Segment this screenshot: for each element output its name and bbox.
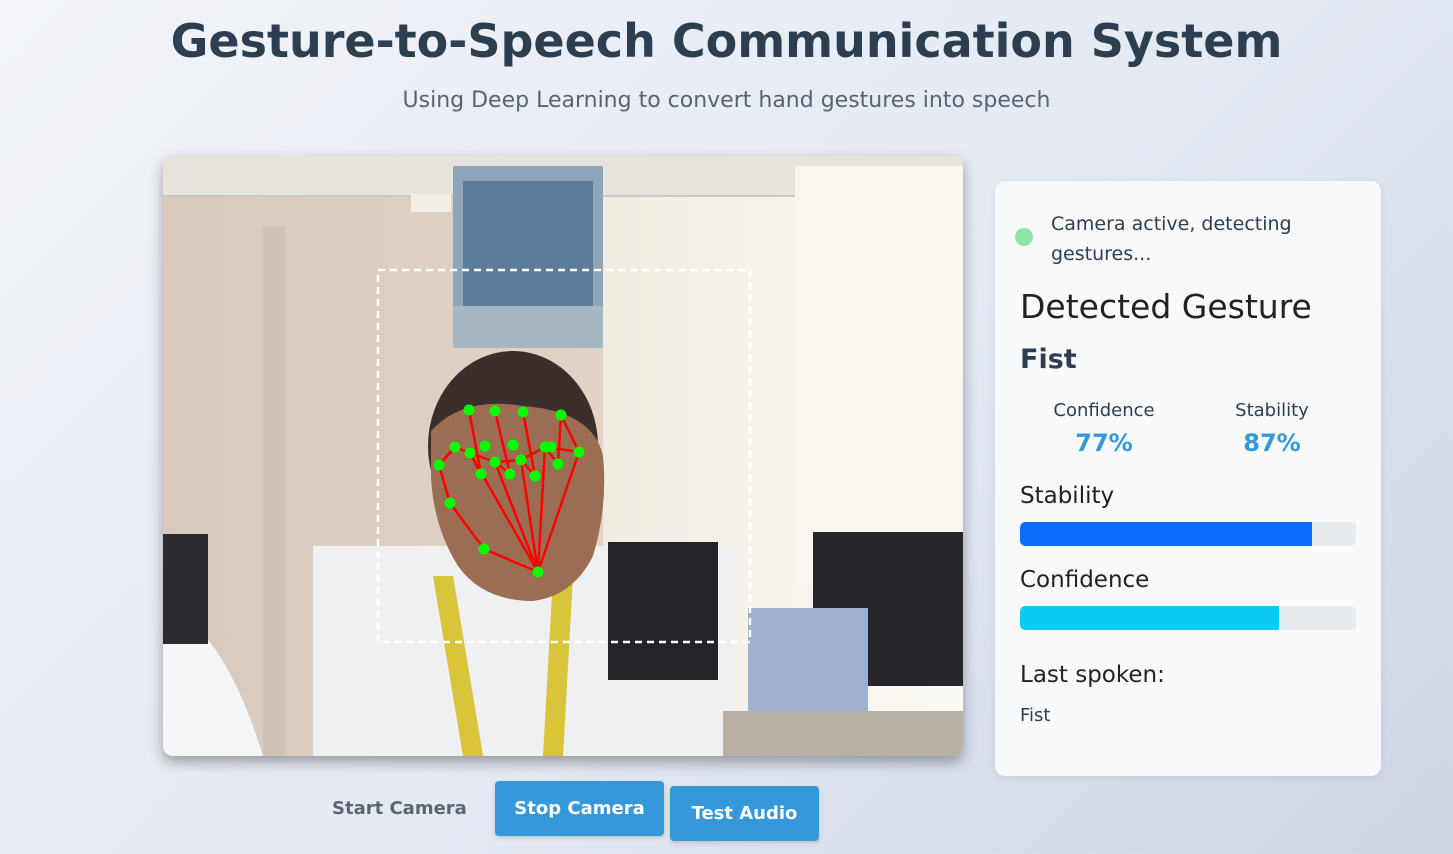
- confidence-metric-label: Confidence: [1053, 400, 1155, 421]
- stop-camera-button[interactable]: Stop Camera: [495, 781, 664, 836]
- camera-feed: [163, 156, 963, 756]
- detection-panel: Camera active, detecting gestures... Det…: [995, 181, 1381, 776]
- confidence-metric: Confidence 77%: [1024, 400, 1184, 457]
- page-subtitle: Using Deep Learning to convert hand gest…: [402, 88, 1051, 113]
- test-audio-button[interactable]: Test Audio: [670, 786, 819, 841]
- confidence-progress-fill: [1020, 606, 1279, 630]
- stability-progress-bar: [1020, 522, 1356, 546]
- last-spoken-label: Last spoken:: [1020, 662, 1165, 688]
- confidence-progress-bar: [1020, 606, 1356, 630]
- status-text: Camera active, detecting gestures...: [1051, 213, 1292, 265]
- stability-progress-fill: [1020, 522, 1313, 546]
- camera-frame: [163, 156, 963, 756]
- status-indicator-dot: [1015, 228, 1033, 246]
- stability-bar-label: Stability: [1020, 483, 1115, 509]
- confidence-metric-value: 77%: [1075, 429, 1133, 457]
- confidence-bar-label: Confidence: [1020, 567, 1150, 593]
- stability-metric: Stability 87%: [1192, 400, 1352, 457]
- last-spoken-value: Fist: [1020, 705, 1051, 726]
- stability-metric-value: 87%: [1243, 429, 1301, 457]
- detected-gesture-name: Fist: [1020, 344, 1077, 375]
- detected-gesture-heading: Detected Gesture: [1020, 287, 1312, 326]
- stability-metric-label: Stability: [1235, 400, 1309, 421]
- page-title: Gesture-to-Speech Communication System: [170, 14, 1283, 68]
- start-camera-button[interactable]: Start Camera: [332, 798, 467, 819]
